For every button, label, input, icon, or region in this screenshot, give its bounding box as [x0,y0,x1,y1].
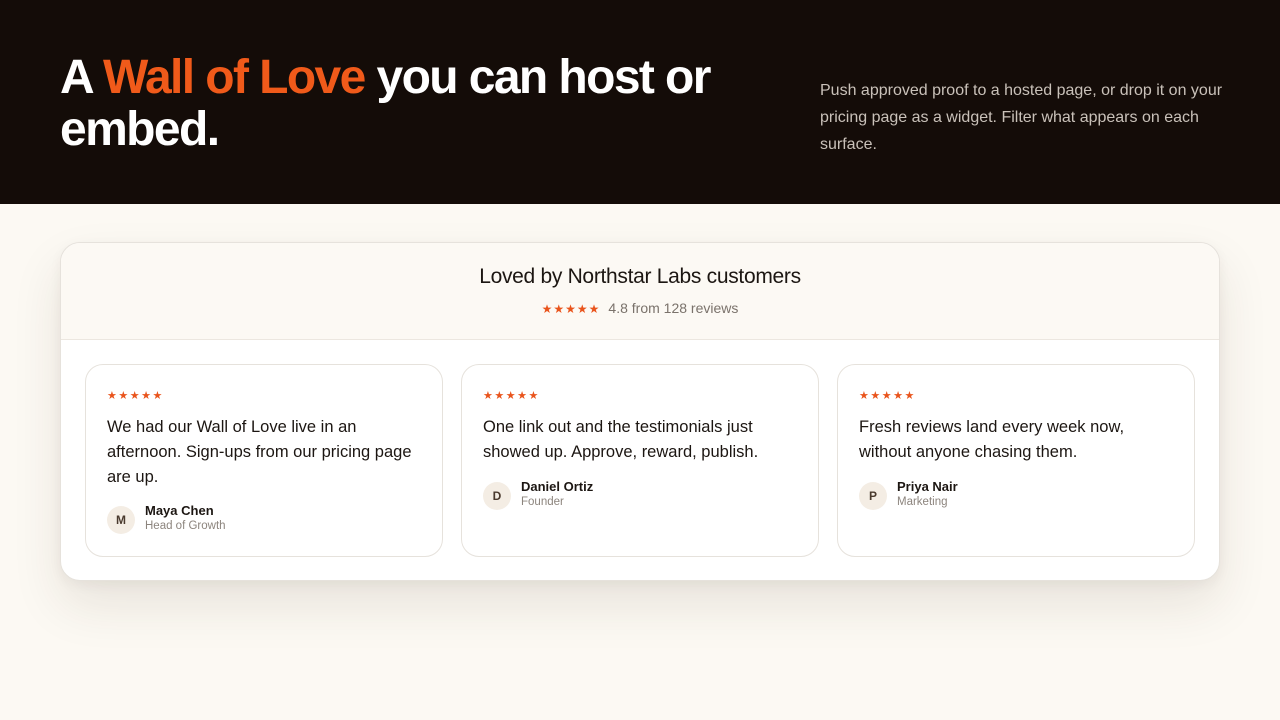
rating-summary: ★★★★★ 4.8 from 128 reviews [61,300,1219,316]
testimonial-author: P Priya Nair Marketing [859,479,1159,512]
testimonial-card: ★★★★★ We had our Wall of Love live in an… [85,364,443,557]
author-role: Founder [521,496,564,508]
rating-text: 4.8 from 128 reviews [608,300,739,316]
avatar: D [483,482,511,510]
card-stars-icon: ★★★★★ [483,390,540,402]
hero-section: A Wall of Love you can host or embed. Pu… [0,0,1280,204]
hero-title: A Wall of Love you can host or embed. [60,52,740,156]
hero-title-prefix: A [60,51,104,104]
testimonial-quote: We had our Wall of Love live in an after… [107,418,412,486]
card-stars-icon: ★★★★★ [107,390,164,402]
author-name: Maya Chen [145,503,214,518]
hero-title-accent: Wall of Love [103,51,366,104]
widget-title: Loved by Northstar Labs customers [479,265,801,288]
testimonial-quote: Fresh reviews land every week now, witho… [859,418,1125,461]
avatar: M [107,506,135,534]
widget-header: Loved by Northstar Labs customers ★★★★★ 4… [61,243,1219,340]
author-name: Priya Nair [897,479,958,494]
rating-stars-icon: ★★★★★ [541,302,601,316]
testimonial-card: ★★★★★ Fresh reviews land every week now,… [837,364,1195,557]
testimonial-author: D Daniel Ortiz Founder [483,479,783,512]
testimonial-card: ★★★★★ One link out and the testimonials … [461,364,819,557]
testimonial-author: M Maya Chen Head of Growth [107,503,407,536]
wall-of-love-widget: Loved by Northstar Labs customers ★★★★★ 4… [60,242,1220,581]
author-role: Marketing [897,496,948,508]
author-role: Head of Growth [145,520,226,532]
author-name: Daniel Ortiz [521,479,594,494]
testimonial-quote: One link out and the testimonials just s… [483,418,759,461]
avatar: P [859,482,887,510]
hero-description: Push approved proof to a hosted page, or… [820,82,1223,153]
card-stars-icon: ★★★★★ [859,390,916,402]
